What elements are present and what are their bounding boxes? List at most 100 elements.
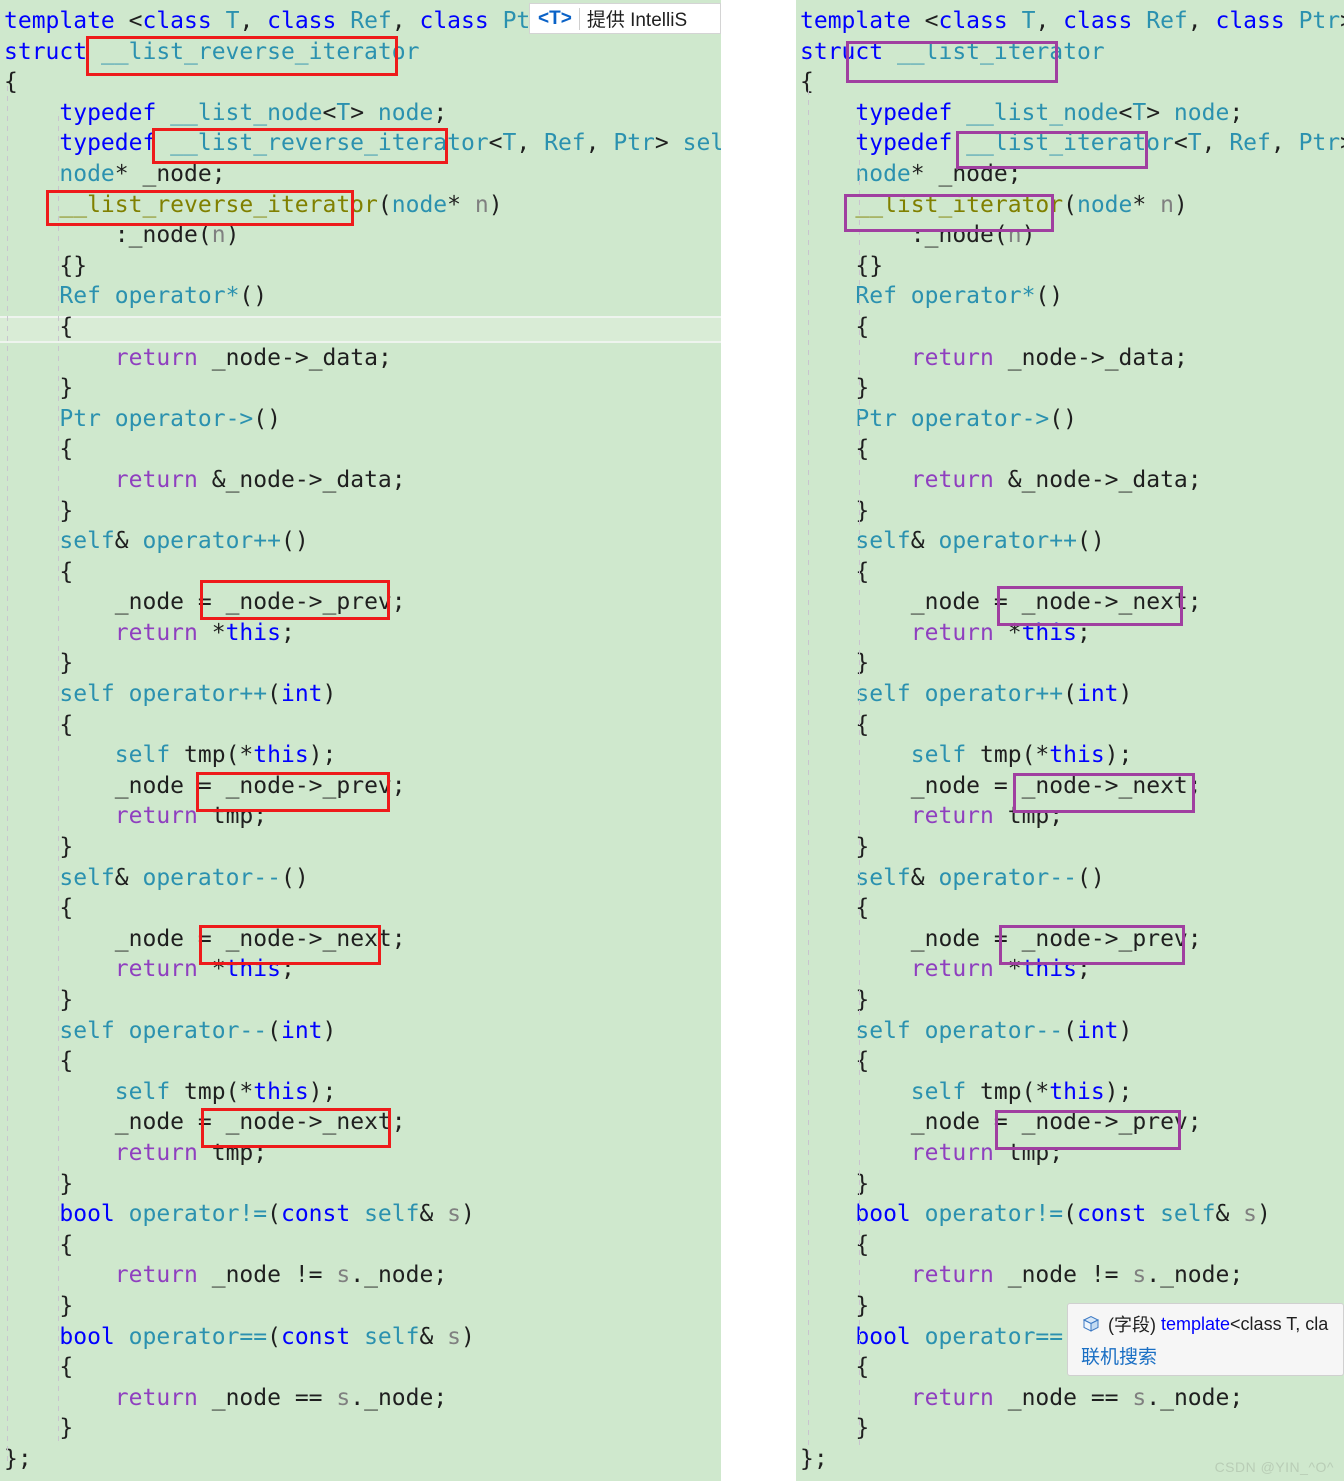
code-line[interactable]: { xyxy=(0,1046,721,1077)
code-line[interactable]: } xyxy=(0,832,721,863)
code-line[interactable]: node* _node; xyxy=(0,159,721,190)
code-line[interactable]: return tmp; xyxy=(0,801,721,832)
code-line[interactable]: return _node == s._node; xyxy=(796,1383,1344,1414)
editor-pane-left[interactable]: template <class T, class Ref, class Ptr>… xyxy=(0,0,721,1481)
code-line[interactable]: } xyxy=(0,1291,721,1322)
code-line[interactable]: self tmp(*this); xyxy=(0,1077,721,1108)
code-line[interactable]: { xyxy=(796,1230,1344,1261)
code-line[interactable]: _node = _node->_prev; xyxy=(0,587,721,618)
code-line[interactable]: } xyxy=(0,496,721,527)
code-line[interactable]: } xyxy=(0,985,721,1016)
code-line[interactable]: return &_node->_data; xyxy=(0,465,721,496)
code-line[interactable]: return _node != s._node; xyxy=(796,1260,1344,1291)
code-line[interactable]: return *this; xyxy=(796,954,1344,985)
code-line[interactable]: } xyxy=(0,1169,721,1200)
code-line[interactable]: return &_node->_data; xyxy=(796,465,1344,496)
code-line[interactable]: Ref operator*() xyxy=(796,281,1344,312)
code-line[interactable]: return *this; xyxy=(796,618,1344,649)
code-line[interactable]: {} xyxy=(0,251,721,282)
code-line[interactable]: self& operator++() xyxy=(0,526,721,557)
code-line[interactable]: return tmp; xyxy=(796,801,1344,832)
code-line[interactable]: { xyxy=(0,1230,721,1261)
code-line[interactable]: return tmp; xyxy=(0,1138,721,1169)
code-line[interactable]: _node = _node->_prev; xyxy=(796,1107,1344,1138)
code-token: bool xyxy=(59,1323,115,1350)
code-line[interactable]: }; xyxy=(0,1444,721,1475)
code-line[interactable]: _node = _node->_prev; xyxy=(0,771,721,802)
code-line[interactable]: typedef __list_node<T> node; xyxy=(796,98,1344,129)
code-line[interactable]: return *this; xyxy=(0,618,721,649)
code-line[interactable]: self& operator--() xyxy=(796,863,1344,894)
code-line[interactable]: { xyxy=(796,557,1344,588)
code-line[interactable]: typedef __list_node<T> node; xyxy=(0,98,721,129)
code-line[interactable]: __list_reverse_iterator(node* n) xyxy=(0,190,721,221)
code-line[interactable]: self operator--(int) xyxy=(0,1016,721,1047)
code-line[interactable]: struct __list_iterator xyxy=(796,37,1344,68)
code-line[interactable]: self operator++(int) xyxy=(796,679,1344,710)
code-line[interactable]: } xyxy=(0,373,721,404)
code-line[interactable]: _node = _node->_next; xyxy=(796,771,1344,802)
code-line[interactable]: Ptr operator->() xyxy=(0,404,721,435)
code-line[interactable]: } xyxy=(796,985,1344,1016)
code-line[interactable]: _node = _node->_next; xyxy=(0,1107,721,1138)
code-line[interactable]: self tmp(*this); xyxy=(796,1077,1344,1108)
code-line[interactable]: } xyxy=(0,1413,721,1444)
code-line[interactable]: :_node(n) xyxy=(796,220,1344,251)
code-line[interactable]: } xyxy=(796,1169,1344,1200)
code-line[interactable]: Ptr operator->() xyxy=(796,404,1344,435)
code-line[interactable]: _node = _node->_next; xyxy=(796,587,1344,618)
code-line[interactable]: return *this; xyxy=(0,954,721,985)
code-line[interactable]: self tmp(*this); xyxy=(796,740,1344,771)
code-line[interactable]: } xyxy=(796,496,1344,527)
code-lines-left[interactable]: template <class T, class Ref, class Ptr>… xyxy=(0,0,721,1475)
code-line[interactable]: Ref operator*() xyxy=(0,281,721,312)
code-line[interactable]: typedef __list_reverse_iterator<T, Ref, … xyxy=(0,128,721,159)
code-line[interactable]: return _node == s._node; xyxy=(0,1383,721,1414)
code-line[interactable]: bool operator!=(const self& s) xyxy=(796,1199,1344,1230)
code-token: ( xyxy=(1063,681,1077,708)
code-line[interactable]: template <class T, class Ref, class Ptr> xyxy=(796,6,1344,37)
code-token: operator-> xyxy=(910,405,1050,432)
code-line[interactable]: } xyxy=(796,832,1344,863)
code-line[interactable]: _node = _node->_prev; xyxy=(796,924,1344,955)
code-line[interactable]: self tmp(*this); xyxy=(0,740,721,771)
code-line[interactable]: struct __list_reverse_iterator xyxy=(0,37,721,68)
code-line[interactable]: :_node(n) xyxy=(0,220,721,251)
code-line[interactable]: { xyxy=(796,67,1344,98)
code-line[interactable]: return _node != s._node; xyxy=(0,1260,721,1291)
code-line[interactable]: { xyxy=(0,893,721,924)
editor-pane-right[interactable]: template <class T, class Ref, class Ptr>… xyxy=(796,0,1344,1481)
code-line[interactable]: self operator++(int) xyxy=(0,679,721,710)
code-line[interactable]: self& operator--() xyxy=(0,863,721,894)
code-line[interactable]: node* _node; xyxy=(796,159,1344,190)
code-line[interactable]: } xyxy=(796,648,1344,679)
code-line[interactable]: return _node->_data; xyxy=(796,343,1344,374)
code-line[interactable]: { xyxy=(796,1046,1344,1077)
code-line[interactable]: { xyxy=(0,434,721,465)
code-line[interactable]: } xyxy=(0,648,721,679)
code-line[interactable]: self operator--(int) xyxy=(796,1016,1344,1047)
code-line[interactable]: _node = _node->_next; xyxy=(0,924,721,955)
code-line[interactable]: {} xyxy=(796,251,1344,282)
quickinfo-online-search-link[interactable]: 联机搜索 xyxy=(1081,1342,1343,1369)
code-line[interactable]: { xyxy=(0,557,721,588)
code-line[interactable]: return tmp; xyxy=(796,1138,1344,1169)
code-line[interactable]: self& operator++() xyxy=(796,526,1344,557)
code-token: ) xyxy=(1021,222,1036,249)
code-line[interactable]: return _node->_data; xyxy=(0,343,721,374)
code-line[interactable]: __list_iterator(node* n) xyxy=(796,190,1344,221)
code-line[interactable]: { xyxy=(796,434,1344,465)
code-line[interactable]: { xyxy=(796,710,1344,741)
code-line[interactable]: typedef __list_iterator<T, Ref, Ptr> sel… xyxy=(796,128,1344,159)
code-line[interactable]: { xyxy=(0,312,721,343)
code-line[interactable]: { xyxy=(0,710,721,741)
code-line[interactable]: { xyxy=(0,67,721,98)
code-line[interactable]: { xyxy=(796,893,1344,924)
code-lines-right[interactable]: template <class T, class Ref, class Ptr>… xyxy=(796,0,1344,1475)
code-line[interactable]: } xyxy=(796,1413,1344,1444)
code-line[interactable]: { xyxy=(0,1352,721,1383)
code-line[interactable]: bool operator!=(const self& s) xyxy=(0,1199,721,1230)
code-line[interactable]: { xyxy=(796,312,1344,343)
code-line[interactable]: bool operator==(const self& s) xyxy=(0,1322,721,1353)
code-line[interactable]: } xyxy=(796,373,1344,404)
